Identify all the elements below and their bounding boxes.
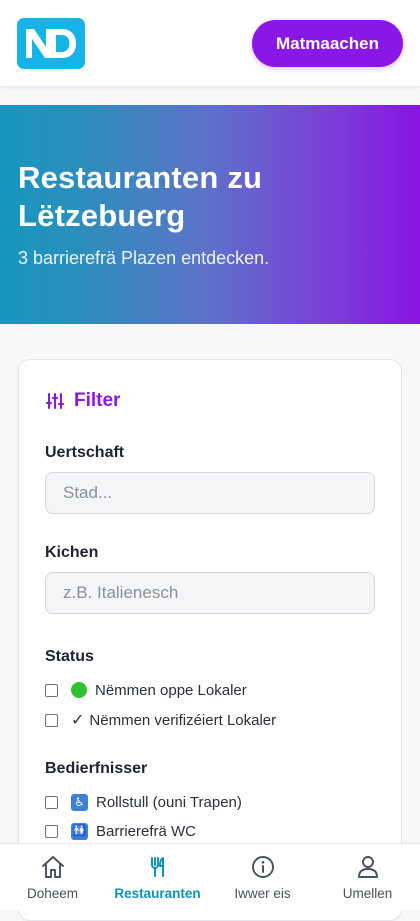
open-only-checkbox[interactable] bbox=[45, 683, 58, 697]
filter-open-only[interactable]: Nëmmen oppe Lokaler bbox=[45, 680, 247, 700]
info-icon bbox=[251, 856, 274, 878]
nav-item-about[interactable]: Iwwer eis bbox=[210, 844, 315, 910]
nav-label-home: Doheem bbox=[26, 886, 79, 901]
hero-banner: Restauranten zu Lëtzebuerg 3 barrierefrä… bbox=[0, 105, 420, 324]
open-only-label: Nëmmen oppe Lokaler bbox=[95, 681, 247, 699]
restroom-icon: 🚻 bbox=[71, 822, 88, 840]
nav-item-home[interactable]: Doheem bbox=[0, 844, 105, 910]
location-input[interactable] bbox=[45, 472, 375, 514]
filter-wheelchair[interactable]: ♿ Rollstull (ouni Trapen) bbox=[45, 792, 242, 812]
nav-item-restaurants[interactable]: Restauranten bbox=[105, 844, 210, 910]
bottom-navigation: Doheem Restauranten Iwwer eis Umellen bbox=[0, 843, 420, 910]
needs-label: Bedierfnisser bbox=[45, 760, 148, 777]
join-button[interactable]: Matmaachen bbox=[252, 20, 403, 67]
verified-only-label: Nëmmen verifizéiert Lokaler bbox=[89, 711, 277, 729]
filter-panel: Filter Uertschaft Kichen Status Nëmmen o… bbox=[18, 359, 402, 921]
brand-logo[interactable] bbox=[17, 18, 85, 69]
location-label: Uertschaft bbox=[45, 444, 125, 461]
sliders-icon bbox=[46, 393, 64, 409]
nav-label-login: Umellen bbox=[342, 886, 393, 901]
wheelchair-label: Rollstull (ouni Trapen) bbox=[96, 793, 242, 811]
nav-label-restaurants: Restauranten bbox=[114, 886, 201, 901]
user-icon bbox=[357, 856, 378, 878]
check-mark-icon: ✓ bbox=[71, 712, 85, 729]
cuisine-label: Kichen bbox=[45, 544, 99, 561]
page-subtitle: 3 barrierefrä Plazen entdecken. bbox=[18, 248, 270, 268]
green-circle-icon bbox=[71, 682, 87, 698]
logo-mark-icon bbox=[26, 29, 76, 58]
utensils-icon bbox=[150, 857, 164, 877]
verified-only-checkbox[interactable] bbox=[45, 713, 58, 727]
filter-verified-only[interactable]: ✓ Nëmmen verifizéiert Lokaler bbox=[45, 710, 276, 730]
accessible-wc-label: Barrierefrä WC bbox=[96, 822, 197, 840]
wheelchair-checkbox[interactable] bbox=[45, 795, 58, 809]
status-label: Status bbox=[45, 648, 94, 665]
nav-label-about: Iwwer eis bbox=[234, 886, 291, 901]
page-title: Restauranten zu Lëtzebuerg bbox=[18, 160, 263, 233]
cuisine-input[interactable] bbox=[45, 572, 375, 614]
wheelchair-icon: ♿ bbox=[71, 793, 88, 811]
nav-item-login[interactable]: Umellen bbox=[315, 844, 420, 910]
filter-heading: Filter bbox=[46, 390, 120, 412]
filter-accessible-wc[interactable]: 🚻 Barrierefrä WC bbox=[45, 821, 196, 841]
filter-title: Filter bbox=[74, 390, 121, 411]
top-header: Matmaachen bbox=[0, 0, 420, 86]
accessible-wc-checkbox[interactable] bbox=[45, 824, 58, 838]
home-icon bbox=[41, 856, 64, 878]
